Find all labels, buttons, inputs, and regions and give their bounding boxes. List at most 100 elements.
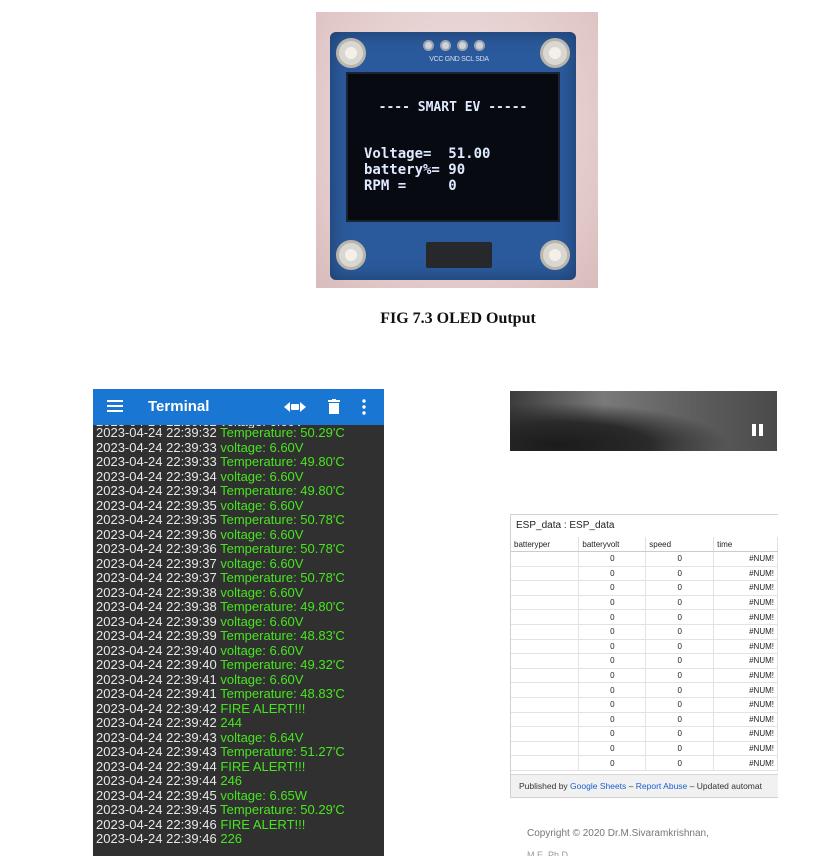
log-timestamp: 2023-04-24 22:39:32 <box>96 425 217 440</box>
log-message: Temperature: 49.80'C <box>220 454 345 469</box>
video-thumbnail[interactable] <box>510 391 777 451</box>
copyright-text: Copyright © 2020 Dr.M.Sivaramkrishnan, <box>527 828 709 839</box>
figure-caption: FIG 7.3 OLED Output <box>380 310 536 327</box>
sheet-cell: #NUM! <box>713 697 778 713</box>
pin <box>440 40 451 51</box>
oled-screen: ---- SMART EV ----- Voltage= 51.00 batte… <box>346 72 560 222</box>
log-message: voltage: 6.60V <box>220 642 304 658</box>
sheet-cell: 0 <box>578 682 647 698</box>
log-message: voltage: 6.65W <box>220 787 308 803</box>
pause-icon[interactable] <box>752 424 763 436</box>
header-pins <box>418 40 490 54</box>
log-line: 2023-04-24 22:39:44 246 <box>96 773 384 789</box>
sheet-cell: 0 <box>578 668 647 684</box>
log-line: 2023-04-24 22:39:41 Temperature: 48.83'C <box>96 686 384 702</box>
log-line: 2023-04-24 22:39:46 FIRE ALERT!!! <box>96 816 384 833</box>
log-message: FIRE ALERT!!! <box>220 816 306 832</box>
log-message: Temperature: 49.80'C <box>220 599 345 614</box>
log-timestamp: 2023-04-24 22:39:45 <box>96 787 217 803</box>
sheet-row: 0 0 #NUM! <box>511 595 778 611</box>
log-timestamp: 2023-04-24 22:39:41 <box>96 686 217 701</box>
sheet-cell: 0 <box>578 639 647 655</box>
log-message: voltage: 6.60V <box>220 439 304 455</box>
log-message: voltage: 6.64V <box>220 729 304 745</box>
log-message: voltage: 6.60V <box>220 613 304 629</box>
sheet-cell: 0 <box>578 566 647 582</box>
pin <box>474 40 485 51</box>
log-message: Temperature: 50.78'C <box>220 512 345 527</box>
more-options-icon[interactable] <box>362 399 366 415</box>
footer-published-by: Published by <box>519 781 568 791</box>
sheet-column-header: speed <box>645 537 715 552</box>
log-timestamp: 2023-04-24 22:39:34 <box>96 483 217 498</box>
sheet-cell: 0 <box>645 580 715 596</box>
oled-title: ---- SMART EV ----- <box>378 100 528 115</box>
report-abuse-link[interactable]: Report Abuse <box>636 781 688 791</box>
sheet-cell: 0 <box>645 609 715 625</box>
log-timestamp: 2023-04-24 22:39:36 <box>96 526 217 542</box>
sheet-row: 0 0 #NUM! <box>511 741 778 757</box>
log-line: 2023-04-24 22:39:37 voltage: 6.60V <box>96 555 384 572</box>
log-timestamp: 2023-04-24 22:39:42 <box>96 700 217 716</box>
sheet-table: batteryper batteryvolt speed time 0 0 #NUM! 0 0… <box>511 537 778 771</box>
connect-icon[interactable] <box>283 400 307 414</box>
footer-updated-text: Updated automat <box>696 781 762 791</box>
terminal-log: 2023-04-24 22:39:32 Temperature: 50.29'C… <box>96 425 384 847</box>
log-message: Temperature: 49.80'C <box>220 483 345 498</box>
log-timestamp: 2023-04-24 22:39:45 <box>96 802 217 817</box>
log-timestamp: 2023-04-24 22:39:39 <box>96 613 217 629</box>
sheet-cell <box>511 595 580 611</box>
log-timestamp: 2023-04-24 22:39:41 <box>96 671 217 687</box>
log-line: 2023-04-24 22:39:39 Temperature: 48.83'C <box>96 628 384 644</box>
sheet-cell: 0 <box>578 551 647 567</box>
sheet-cell: 0 <box>578 595 647 611</box>
sheet-row: 0 0 #NUM! <box>511 639 778 655</box>
sheet-row: 0 0 #NUM! <box>511 668 778 684</box>
sheet-cell: 0 <box>578 653 647 669</box>
google-sheet-embed: ESP_data : ESP_data batteryper batteryvol… <box>510 514 778 798</box>
sheet-cell: 0 <box>645 551 715 567</box>
sheet-cell: #NUM! <box>713 726 778 742</box>
mounting-hole <box>540 240 570 270</box>
log-message: FIRE ALERT!!! <box>220 700 306 716</box>
sheet-cell <box>511 624 580 640</box>
sheet-cell: 0 <box>645 653 715 669</box>
log-line: 2023-04-24 22:39:43 Temperature: 51.27'C <box>96 744 384 760</box>
pin <box>457 40 468 51</box>
sheet-cell <box>511 726 580 742</box>
log-line: 2023-04-24 22:39:33 Temperature: 49.80'C <box>96 454 384 470</box>
sheet-row: 0 0 #NUM! <box>511 755 778 771</box>
sheet-cell: #NUM! <box>713 609 778 625</box>
sheet-cell <box>511 668 580 684</box>
sheet-cell: #NUM! <box>713 653 778 669</box>
log-timestamp: 2023-04-24 22:39:37 <box>96 570 217 585</box>
log-message: Temperature: 51.27'C <box>220 744 345 759</box>
sheet-cell: 0 <box>578 726 647 742</box>
log-line: 2023-04-24 22:39:38 voltage: 6.60V <box>96 585 384 601</box>
log-message: voltage: 6.60V <box>220 468 304 484</box>
sheet-cell: #NUM! <box>713 755 778 771</box>
sheet-cell: 0 <box>578 755 647 771</box>
sheet-cell: 0 <box>645 697 715 713</box>
hamburger-menu-icon[interactable] <box>107 400 123 412</box>
footer-separator: – <box>689 781 695 791</box>
oled-module: VCC GND SCL SDA ---- SMART EV ----- Volt… <box>330 32 576 280</box>
trash-icon[interactable] <box>328 399 340 414</box>
ribbon-cable <box>426 242 492 268</box>
log-message: Temperature: 50.78'C <box>220 570 345 585</box>
sheet-row: 0 0 #NUM! <box>511 682 778 698</box>
log-timestamp: 2023-04-24 22:39:44 <box>96 773 217 788</box>
google-sheets-link[interactable]: Google Sheets <box>570 781 626 791</box>
log-timestamp: 2023-04-24 22:39:39 <box>96 628 217 643</box>
oled-rpm-line: RPM = 0 <box>364 178 457 194</box>
log-timestamp: 2023-04-24 22:39:37 <box>96 555 217 571</box>
log-timestamp: 2023-04-24 22:39:36 <box>96 541 217 556</box>
log-line: 2023-04-24 22:39:41 voltage: 6.60V <box>96 671 384 688</box>
sheet-cell: #NUM! <box>713 595 778 611</box>
sheet-row: 0 0 #NUM! <box>511 609 778 625</box>
sheet-cell <box>511 566 580 582</box>
log-message: Temperature: 48.83'C <box>220 628 345 643</box>
log-timestamp: 2023-04-24 22:39:35 <box>96 512 217 527</box>
log-message: Temperature: 49.32'C <box>220 657 345 672</box>
pin-labels: VCC GND SCL SDA <box>429 56 489 63</box>
